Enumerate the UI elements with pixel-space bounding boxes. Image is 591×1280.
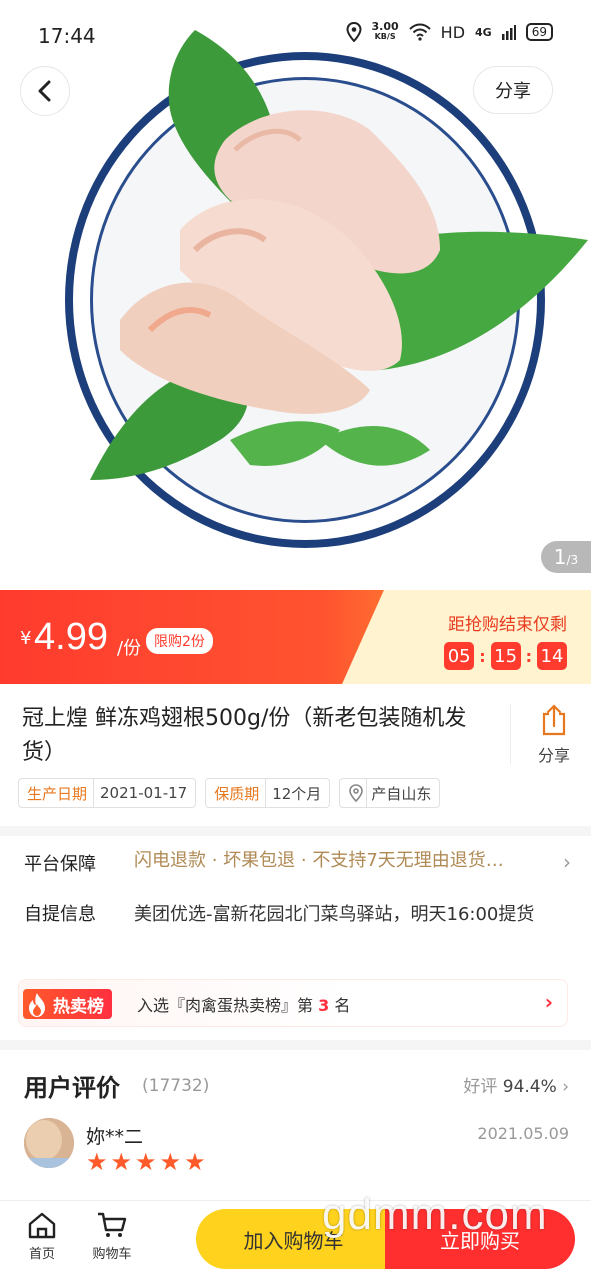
reviews-title: 用户评价 — [24, 1074, 120, 1102]
network-type: 4G — [475, 25, 492, 39]
star-icon: ★ — [110, 1148, 133, 1176]
currency-symbol: ¥ — [20, 628, 32, 649]
countdown-separator: : — [525, 646, 532, 666]
tag-value: 12个月 — [272, 784, 322, 803]
positive-rate-value: 94.4% — [502, 1077, 557, 1097]
product-title: 冠上煌 鲜冻鸡翅根500g/份（新老包装随机发货） — [22, 706, 467, 765]
price-value: 4.99 — [34, 616, 108, 658]
speed-value: 3.00 — [371, 20, 399, 33]
countdown-label: 距抢购结束仅剩 — [448, 615, 567, 635]
hot-suffix: 名 — [334, 996, 351, 1015]
back-button[interactable] — [20, 66, 70, 116]
share-label: 分享 — [537, 746, 570, 765]
hd-indicator: HD — [440, 22, 466, 42]
star-rating: ★ ★ ★ ★ ★ — [86, 1148, 206, 1176]
section-gap — [0, 826, 591, 836]
speed-unit: KB/S — [374, 32, 396, 41]
product-tags: 生产日期 2021-01-17 保质期 12个月 产自山东 — [18, 778, 441, 808]
chevron-right-icon: › — [544, 990, 553, 1014]
location-pin-icon — [340, 779, 368, 807]
tag-key: 保质期 — [206, 779, 267, 807]
add-to-cart-button[interactable]: 加入购物车 — [196, 1209, 391, 1269]
pickup-label: 自提信息 — [24, 904, 96, 925]
tag-production-date: 生产日期 2021-01-17 — [18, 778, 197, 808]
home-icon — [28, 1212, 56, 1239]
section-gap — [0, 1040, 591, 1050]
product-title-section: 冠上煌 鲜冻鸡翅根500g/份（新老包装随机发货） 分享 生产日期 2021-0… — [0, 684, 591, 826]
hot-rank: 3 — [318, 996, 330, 1015]
pickup-value: 美团优选-富新花园北门菜鸟驿站，明天16:00提货 — [134, 904, 535, 925]
reviews-count: (17732) — [142, 1076, 210, 1096]
guarantee-label: 平台保障 — [24, 854, 96, 875]
share-button[interactable]: 分享 — [526, 704, 582, 766]
buy-now-button[interactable]: 立即购买 — [385, 1209, 575, 1269]
tag-value: 2021-01-17 — [100, 784, 188, 802]
location-icon — [346, 22, 362, 42]
countdown-minutes: 15 — [490, 642, 521, 670]
tag-key: 生产日期 — [19, 779, 95, 807]
signal-icon — [501, 25, 516, 40]
wifi-icon — [408, 23, 431, 41]
positive-rate[interactable]: 好评 94.4% › — [463, 1072, 569, 1097]
nav-home[interactable]: 首页 — [12, 1211, 72, 1262]
hot-badge-label: 热卖榜 — [53, 996, 104, 1017]
nav-home-label: 首页 — [28, 1247, 55, 1262]
purchase-limit-badge: 限购2份 — [146, 628, 213, 654]
chevron-left-icon — [38, 80, 51, 102]
countdown-timer: 05 : 15 : 14 — [444, 642, 567, 670]
star-icon: ★ — [86, 1148, 108, 1176]
countdown-hours: 05 — [444, 642, 475, 670]
tag-shelf-life: 保质期 12个月 — [205, 778, 331, 808]
flash-sale-banner: ¥ 4.99 /份 限购2份 距抢购结束仅剩 05 : 15 : 14 — [0, 590, 591, 684]
service-info-section: 平台保障 闪电退款 · 坏果包退 · 不支持7天无理由退货… › 自提信息 美团… — [0, 836, 591, 1040]
reviews-section: 用户评价 (17732) 好评 94.4% › 妳**二 ★ ★ ★ ★ ★ 2021.… — [0, 1050, 591, 1200]
tag-origin: 产自山东 — [339, 778, 441, 808]
countdown-separator: : — [479, 646, 486, 666]
star-icon: ★ — [159, 1148, 182, 1176]
page-total: /3 — [566, 553, 579, 567]
bottom-action-bar: 首页 购物车 加入购物车 立即购买 — [0, 1200, 591, 1280]
chevron-right-icon[interactable]: › — [563, 850, 571, 874]
reviewer-name: 妳**二 — [86, 1126, 144, 1148]
cart-icon — [98, 1212, 127, 1237]
share-button-top[interactable]: 分享 — [473, 66, 553, 114]
star-icon: ★ — [184, 1148, 206, 1176]
nav-cart[interactable]: 购物车 — [82, 1211, 142, 1262]
status-bar: 17:44 3.00 KB/S HD 4G 69 — [0, 0, 591, 70]
status-icons: 3.00 KB/S HD 4G 69 — [346, 20, 553, 42]
share-icon — [542, 704, 566, 736]
positive-rate-label: 好评 — [463, 1077, 498, 1097]
review-date: 2021.05.09 — [477, 1124, 569, 1143]
hot-ranking-banner[interactable]: 热卖榜 入选『肉禽蛋热卖榜』第 3 名 › — [18, 979, 568, 1027]
nav-cart-label: 购物车 — [92, 1247, 132, 1262]
hot-ranking-text: 入选『肉禽蛋热卖榜』第 3 名 — [137, 992, 350, 1016]
origin-value: 产自山东 — [371, 784, 432, 803]
guarantee-value[interactable]: 闪电退款 · 坏果包退 · 不支持7天无理由退货… — [134, 846, 534, 875]
flame-icon — [29, 993, 45, 1017]
network-speed: 3.00 KB/S — [371, 20, 399, 42]
hot-prefix: 入选『肉禽蛋热卖榜』第 — [137, 996, 314, 1015]
status-time: 17:44 — [38, 24, 96, 48]
battery-icon: 69 — [525, 23, 553, 41]
star-icon: ★ — [135, 1148, 157, 1176]
countdown-seconds: 14 — [537, 642, 567, 670]
image-page-indicator: 1/3 — [541, 541, 591, 573]
hot-ranking-badge: 热卖榜 — [23, 989, 112, 1019]
page-current: 1 — [553, 545, 567, 569]
divider — [510, 704, 511, 764]
price-unit: /份 — [117, 638, 142, 659]
chevron-right-icon: › — [562, 1077, 569, 1097]
avatar — [24, 1118, 74, 1168]
